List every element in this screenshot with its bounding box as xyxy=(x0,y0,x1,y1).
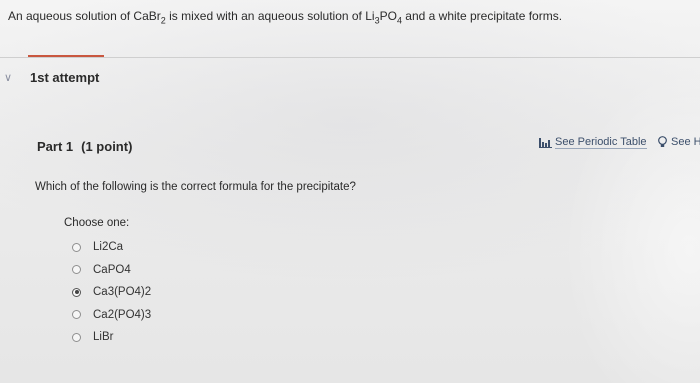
answer-option[interactable]: LiBr xyxy=(70,326,151,349)
question-prompt: Which of the following is the correct fo… xyxy=(35,181,356,193)
answer-option-label: Li2Ca xyxy=(93,241,124,254)
lightbulb-icon xyxy=(658,136,667,147)
periodic-table-link[interactable]: See Periodic Table xyxy=(539,136,647,149)
chevron-down-icon[interactable]: ∨ xyxy=(4,71,12,84)
radio-button[interactable] xyxy=(72,242,81,252)
radio-button[interactable] xyxy=(72,332,81,342)
radio-button[interactable] xyxy=(72,310,81,320)
divider xyxy=(0,57,700,58)
radio-button[interactable] xyxy=(72,265,81,275)
answer-option[interactable]: CaPO4 xyxy=(70,259,151,282)
question-statement: An aqueous solution of CaBr2 is mixed wi… xyxy=(8,9,563,26)
periodic-table-icon xyxy=(539,138,552,148)
answer-option[interactable]: Ca3(PO4)2 xyxy=(70,281,151,304)
see-hint-label: See H xyxy=(671,136,700,148)
answer-option-label: Ca3(PO4)2 xyxy=(93,286,152,299)
answer-option-label: Ca2(PO4)3 xyxy=(93,308,152,321)
periodic-table-label: See Periodic Table xyxy=(555,136,647,149)
answer-option-label: CaPO4 xyxy=(93,263,131,276)
answer-option[interactable]: Li2Ca xyxy=(70,236,151,259)
answer-options: Li2Ca CaPO4 Ca3(PO4)2 Ca2(PO4)3 LiBr xyxy=(70,236,151,349)
see-hint-link[interactable]: See H xyxy=(657,136,700,148)
choose-one-label: Choose one: xyxy=(64,217,130,229)
answer-option-label: LiBr xyxy=(93,331,114,344)
radio-button[interactable] xyxy=(72,287,81,297)
part-title: Part 1 (1 point) xyxy=(37,139,132,154)
attempt-header[interactable]: 1st attempt xyxy=(30,70,99,85)
part-label: Part 1 xyxy=(37,139,74,154)
answer-option[interactable]: Ca2(PO4)3 xyxy=(70,304,151,327)
part-points: (1 point) xyxy=(81,139,133,154)
